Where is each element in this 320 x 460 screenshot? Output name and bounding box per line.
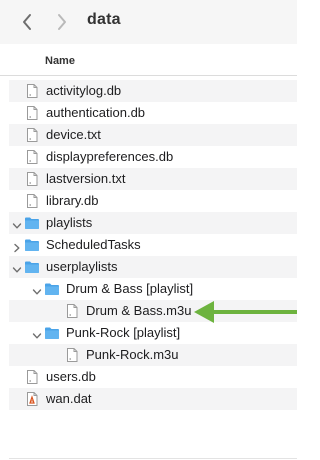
name-column-header[interactable]: Name (45, 55, 75, 67)
document-icon (24, 149, 40, 165)
document-icon (24, 193, 40, 209)
folder-icon (44, 325, 60, 341)
back-button[interactable] (17, 10, 37, 34)
file-row[interactable]: authentication.db (9, 102, 297, 124)
document-icon (24, 369, 40, 385)
item-label: Punk-Rock [playlist] (66, 325, 181, 340)
file-row[interactable]: library.db (9, 190, 297, 212)
folder-row[interactable]: userplaylists (9, 256, 297, 278)
item-label: displaypreferences.db (46, 149, 174, 164)
file-row[interactable]: Punk-Rock.m3u (9, 344, 297, 366)
toolbar: data (0, 0, 297, 44)
window-title: data (87, 11, 121, 28)
item-label: lastversion.txt (46, 171, 126, 186)
item-label: Punk-Rock.m3u (86, 347, 179, 362)
item-label: users.db (46, 369, 96, 384)
chevron-left-icon (23, 14, 31, 30)
item-label: ScheduledTasks (46, 237, 141, 252)
folder-row[interactable]: Drum & Bass [playlist] (9, 278, 297, 300)
document-icon (24, 83, 40, 99)
folder-icon (24, 259, 40, 275)
folder-icon (44, 281, 60, 297)
chevron-right-icon[interactable] (12, 240, 22, 253)
item-label: userplaylists (46, 259, 118, 274)
document-icon (24, 171, 40, 187)
chevron-down-icon[interactable] (12, 218, 22, 229)
folder-row[interactable]: Punk-Rock [playlist] (9, 322, 297, 344)
folder-row[interactable]: ScheduledTasks (9, 234, 297, 256)
folder-row[interactable]: playlists (9, 212, 297, 234)
item-label: playlists (46, 215, 93, 230)
chevron-down-icon[interactable] (32, 284, 42, 295)
item-label: activitylog.db (46, 83, 122, 98)
forward-button[interactable] (52, 10, 72, 34)
file-row[interactable]: users.db (9, 366, 297, 388)
chevron-down-icon[interactable] (12, 262, 22, 273)
document-icon (64, 347, 80, 363)
chevron-right-icon (58, 14, 66, 30)
green-arrow-annotation (194, 301, 297, 323)
file-row[interactable]: activitylog.db (9, 80, 297, 102)
column-header[interactable]: Name (0, 44, 297, 76)
folder-icon (24, 215, 40, 231)
document-icon (64, 303, 80, 319)
file-row[interactable]: wan.dat (9, 388, 297, 410)
item-label: library.db (46, 193, 99, 208)
item-label: authentication.db (46, 105, 146, 120)
folder-icon (24, 237, 40, 253)
file-row[interactable]: displaypreferences.db (9, 146, 297, 168)
empty-row (9, 410, 297, 432)
chevron-down-icon[interactable] (32, 328, 42, 339)
document-icon (24, 105, 40, 121)
file-row[interactable]: device.txt (9, 124, 297, 146)
item-label: Drum & Bass [playlist] (66, 281, 194, 296)
dat-file-icon (24, 391, 40, 407)
document-icon (24, 127, 40, 143)
divider (9, 458, 297, 459)
item-label: wan.dat (46, 391, 92, 406)
item-label: Drum & Bass.m3u (86, 303, 192, 318)
file-row[interactable]: lastversion.txt (9, 168, 297, 190)
item-label: device.txt (46, 127, 101, 142)
